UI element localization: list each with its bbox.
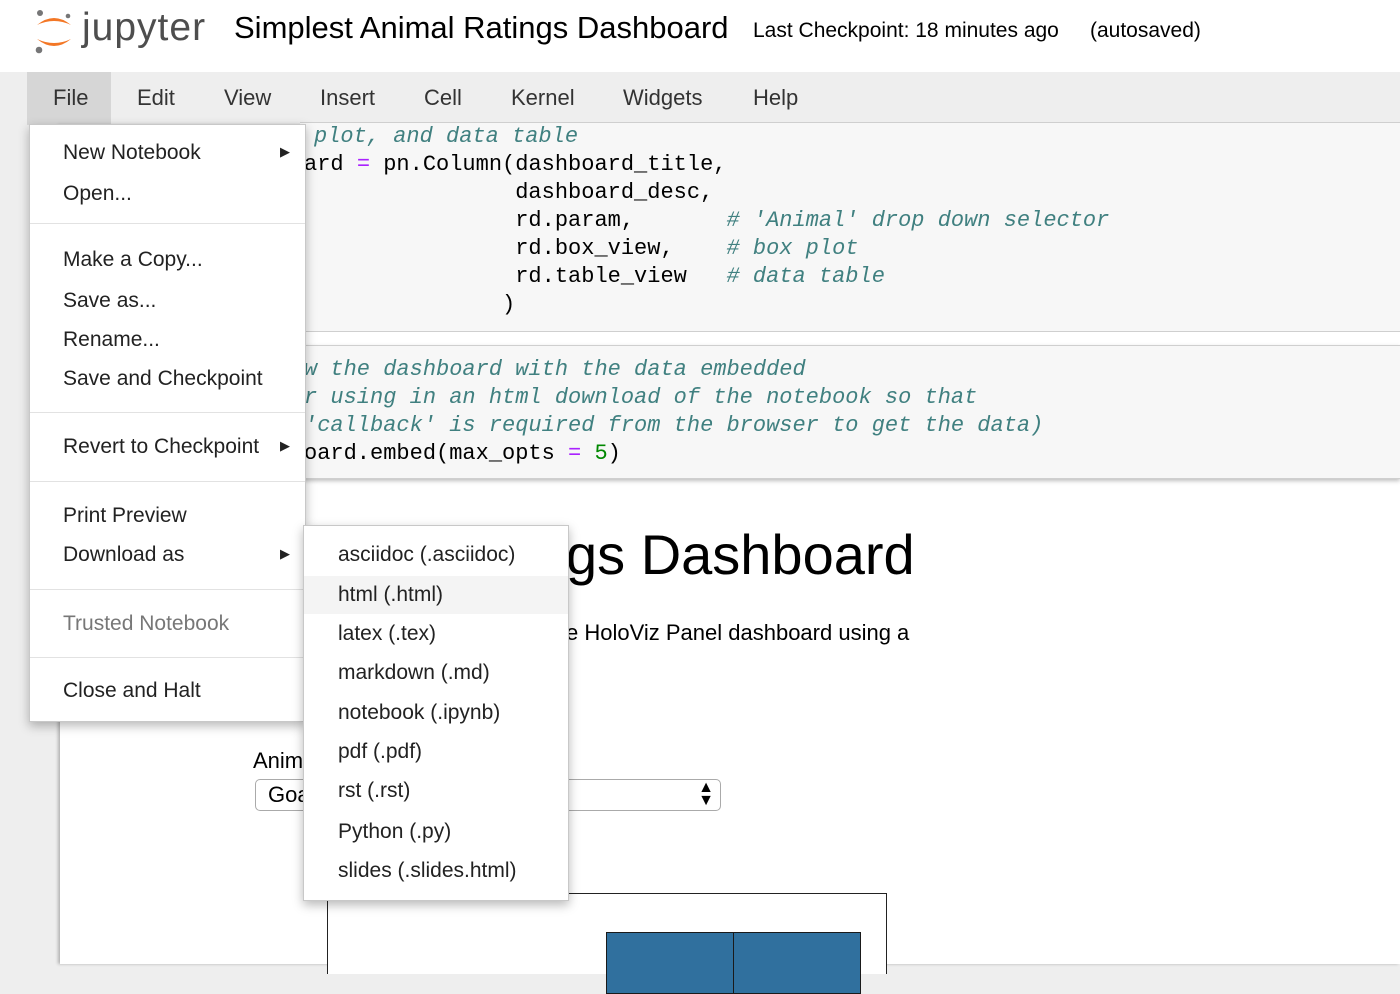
- download-html[interactable]: html (.html): [304, 576, 568, 614]
- code-comment: 'callback' is required from the browser …: [304, 413, 1044, 438]
- menu-divider: [30, 223, 305, 224]
- menu-item-print-preview[interactable]: Print Preview: [63, 504, 187, 528]
- download-rst[interactable]: rst (.rst): [304, 772, 568, 810]
- dashboard-heading: gs Dashboard: [566, 523, 915, 586]
- submenu-caret-icon: ▶: [280, 438, 290, 453]
- download-python[interactable]: Python (.py): [304, 813, 568, 851]
- code-line: r using in an html download of the noteb…: [304, 384, 977, 412]
- notebook-header: jupyter Simplest Animal Ratings Dashboar…: [0, 0, 1400, 72]
- code-comment: plot, and data table: [314, 124, 579, 149]
- box-plot[interactable]: [327, 893, 887, 994]
- menu-insert[interactable]: Insert: [294, 72, 401, 124]
- menu-item-new-notebook[interactable]: New Notebook: [63, 141, 201, 165]
- file-dropdown-menu: New Notebook ▶ Open... Make a Copy... Sa…: [29, 124, 306, 722]
- menu-item-save-checkpoint[interactable]: Save and Checkpoint: [63, 367, 263, 391]
- download-latex[interactable]: latex (.tex): [304, 615, 568, 653]
- jupyter-logo-icon[interactable]: [34, 7, 74, 55]
- submenu-caret-icon: ▶: [280, 546, 290, 561]
- download-slides[interactable]: slides (.slides.html): [304, 852, 568, 890]
- code-line: rd.param, # 'Animal' drop down selector: [304, 208, 1110, 233]
- code-line: 'callback' is required from the browser …: [304, 412, 1043, 440]
- code-line: rd.table_view # data table: [304, 264, 885, 289]
- download-as-submenu: asciidoc (.asciidoc) html (.html) latex …: [303, 525, 569, 901]
- menu-item-save-as[interactable]: Save as...: [63, 289, 156, 313]
- code-line: plot, and data table: [314, 123, 578, 151]
- code-comment: w the dashboard with the data embedded: [304, 357, 806, 382]
- download-asciidoc[interactable]: asciidoc (.asciidoc): [304, 536, 568, 574]
- code-line: dashboard_desc,: [304, 180, 714, 205]
- menu-item-open[interactable]: Open...: [63, 182, 132, 206]
- menu-item-trusted-notebook: Trusted Notebook: [63, 612, 230, 635]
- jupyter-logo-text[interactable]: jupyter: [82, 6, 206, 50]
- animal-select-label: Anim: [253, 748, 304, 773]
- download-pdf[interactable]: pdf (.pdf): [304, 733, 568, 771]
- menubar: File Edit View Insert Cell Kernel Widget…: [27, 72, 1400, 125]
- menu-item-rename[interactable]: Rename...: [63, 328, 160, 352]
- submenu-caret-icon: ▶: [280, 144, 290, 159]
- download-markdown[interactable]: markdown (.md): [304, 654, 568, 692]
- autosave-status: (autosaved): [1090, 19, 1201, 42]
- menu-divider: [30, 589, 305, 590]
- menu-divider: [30, 412, 305, 413]
- code-cell[interactable]: plot, and data table ard = pn.Column(das…: [300, 122, 1400, 332]
- checkpoint-status: Last Checkpoint: 18 minutes ago: [753, 19, 1059, 42]
- menu-item-revert-checkpoint[interactable]: Revert to Checkpoint: [63, 435, 259, 459]
- code-comment: # box plot: [726, 236, 859, 261]
- code-comment: # 'Animal' drop down selector: [726, 208, 1110, 233]
- code-line: oard.embed(max_opts = 5): [304, 441, 621, 466]
- code-line: rd.box_view, # box plot: [304, 236, 859, 261]
- menu-item-download-as[interactable]: Download as: [63, 543, 184, 567]
- menu-view[interactable]: View: [198, 72, 297, 124]
- menu-help[interactable]: Help: [727, 72, 824, 124]
- menu-kernel[interactable]: Kernel: [485, 72, 601, 124]
- code-line: w the dashboard with the data embedded: [304, 356, 806, 384]
- code-comment: r using in an html download of the noteb…: [304, 385, 978, 410]
- notebook-title[interactable]: Simplest Animal Ratings Dashboard: [234, 10, 729, 46]
- code-comment: # data table: [726, 264, 885, 289]
- download-notebook[interactable]: notebook (.ipynb): [304, 694, 568, 732]
- menu-edit[interactable]: Edit: [111, 72, 201, 124]
- menu-file[interactable]: File: [27, 72, 111, 124]
- code-cell-selected[interactable]: w the dashboard with the data embedded r…: [300, 345, 1400, 479]
- code-line: ): [304, 292, 516, 317]
- box-plot-box: [606, 932, 734, 994]
- menu-cell[interactable]: Cell: [398, 72, 488, 124]
- menu-item-close-halt[interactable]: Close and Halt: [63, 679, 201, 703]
- dashboard-description: e HoloViz Panel dashboard using a: [566, 620, 910, 645]
- menu-item-make-copy[interactable]: Make a Copy...: [63, 248, 203, 272]
- box-plot-box: [733, 932, 861, 994]
- menu-divider: [30, 481, 305, 482]
- menu-widgets[interactable]: Widgets: [597, 72, 728, 124]
- select-arrows-icon: ▲ ▼: [698, 779, 714, 809]
- code-line: ard = pn.Column(dashboard_title,: [304, 152, 727, 177]
- menu-divider: [30, 657, 305, 658]
